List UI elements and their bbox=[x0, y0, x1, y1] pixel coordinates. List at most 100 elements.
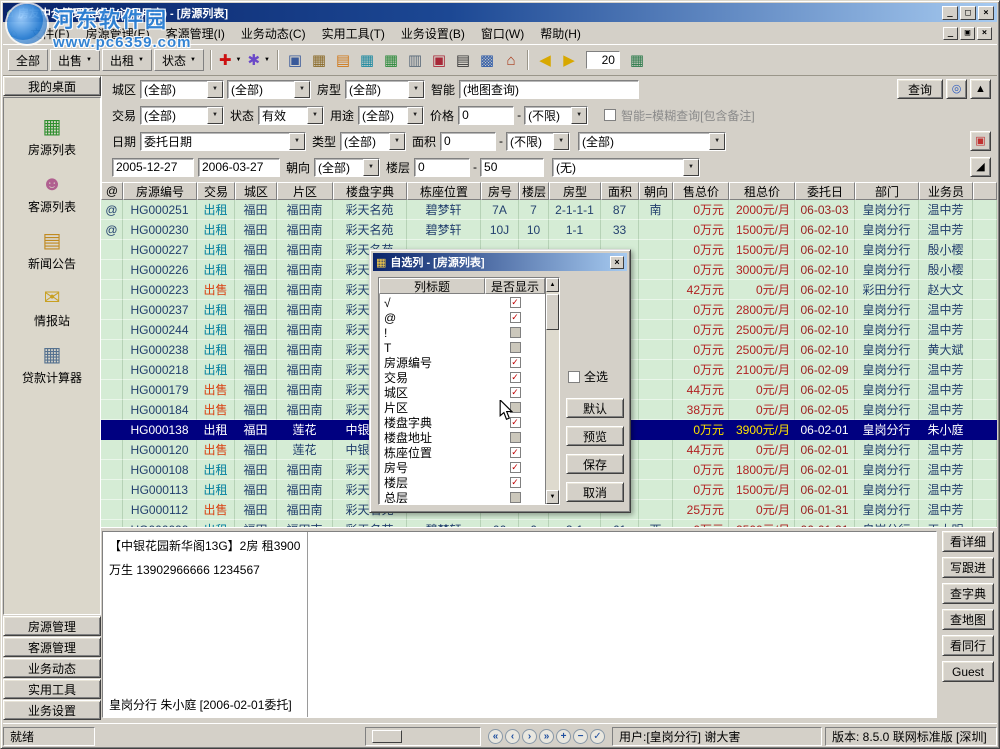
sidebar-group-button[interactable]: 房源管理 bbox=[3, 616, 101, 636]
chevron-down-icon[interactable]: ▼ bbox=[138, 57, 144, 63]
sidebar-item[interactable]: ▦贷款计算器 bbox=[22, 344, 82, 386]
slider-thumb[interactable] bbox=[372, 730, 402, 743]
chevron-down-icon[interactable]: ▼ bbox=[408, 81, 424, 98]
chevron-down-icon[interactable]: ▼ bbox=[190, 57, 196, 63]
date-type-combo[interactable]: 委托日期▼ bbox=[140, 132, 306, 151]
sidebar-item[interactable]: ✉情报站 bbox=[34, 287, 70, 329]
dialog-column-row[interactable]: 栋座位置✓ bbox=[380, 445, 545, 460]
date-to-input[interactable]: 2006-03-27 bbox=[198, 158, 280, 177]
last-record-button[interactable]: » bbox=[539, 729, 554, 744]
add-record-button[interactable]: + bbox=[556, 729, 571, 744]
estate-extra-combo[interactable]: (全部)▼ bbox=[578, 132, 726, 151]
dialog-title-bar[interactable]: ▦ 自选列 - [房源列表] × bbox=[373, 253, 627, 271]
table-row[interactable]: HG000099出租福田福田南彩天名苑碧梦轩0662-161西0万元2500元/… bbox=[101, 520, 997, 527]
column-header[interactable]: 楼盘字典 bbox=[333, 182, 407, 200]
calculator-icon-button[interactable]: ▦ bbox=[307, 49, 331, 71]
photo-icon-button[interactable]: ▣ bbox=[427, 49, 451, 71]
column-header[interactable]: 房型 bbox=[549, 182, 601, 200]
menu-item[interactable]: 文件(F) bbox=[22, 22, 77, 45]
smart-fuzzy-checkbox[interactable] bbox=[604, 109, 616, 121]
subdistrict-combo[interactable]: (全部)▼ bbox=[227, 80, 311, 99]
district-combo[interactable]: (全部)▼ bbox=[140, 80, 224, 99]
table-row[interactable]: @HG000230出租福田福田南彩天名苑碧梦轩10J101-1330万元1500… bbox=[101, 220, 997, 240]
table-green-icon-button[interactable]: ▦ bbox=[379, 49, 403, 71]
print-icon-button[interactable]: ▤ bbox=[451, 49, 475, 71]
chevron-down-icon[interactable]: ▼ bbox=[289, 133, 305, 150]
select-all-checkbox[interactable]: 全选 bbox=[568, 368, 608, 385]
table-cyan-icon-button[interactable]: ▦ bbox=[355, 49, 379, 71]
dialog-column-row[interactable]: 房源编号✓ bbox=[380, 355, 545, 370]
chevron-down-icon[interactable]: ▼ bbox=[207, 107, 223, 124]
view-peers-button[interactable]: 看同行 bbox=[942, 635, 994, 656]
sidebar-item[interactable]: ▦房源列表 bbox=[28, 116, 76, 158]
dialog-column-row[interactable]: @✓ bbox=[380, 310, 545, 325]
column-header[interactable]: 售总价 bbox=[673, 182, 729, 200]
delete-record-button[interactable]: − bbox=[573, 729, 588, 744]
minimize-button[interactable]: _ bbox=[942, 6, 958, 20]
dialog-column-row[interactable]: 总层 bbox=[380, 490, 545, 503]
dialog-column-row[interactable]: 交易✓ bbox=[380, 370, 545, 385]
menu-item[interactable]: 客源管理(I) bbox=[158, 22, 233, 45]
save-filter-button[interactable]: ▣ bbox=[970, 131, 991, 151]
confirm-record-button[interactable]: ✓ bbox=[590, 729, 605, 744]
display-checkbox[interactable] bbox=[510, 327, 521, 338]
display-checkbox[interactable]: ✓ bbox=[510, 357, 521, 368]
menu-item[interactable]: 实用工具(T) bbox=[314, 22, 393, 45]
floor-max-input[interactable]: 50 bbox=[480, 158, 544, 177]
smart-input[interactable]: (地图查询) bbox=[459, 80, 639, 99]
chevron-down-icon[interactable]: ▼ bbox=[363, 159, 379, 176]
export-icon-button[interactable]: ▤ bbox=[331, 49, 355, 71]
checkbox-icon[interactable] bbox=[568, 371, 580, 383]
expand-corner-button[interactable]: ◢ bbox=[970, 157, 991, 177]
area-max-combo[interactable]: (不限)▼ bbox=[506, 132, 570, 151]
dialog-column-row[interactable]: 楼盘字典✓ bbox=[380, 415, 545, 430]
lookup-map-button[interactable]: 查地图 bbox=[942, 609, 994, 630]
column-header[interactable]: 部门 bbox=[855, 182, 919, 200]
dialog-column-row[interactable]: 楼层✓ bbox=[380, 475, 545, 490]
chevron-down-icon[interactable]: ▼ bbox=[307, 107, 323, 124]
dialog-column-row[interactable]: 城区✓ bbox=[380, 385, 545, 400]
scroll-thumb[interactable] bbox=[546, 294, 559, 330]
dialog-column-row[interactable]: ! bbox=[380, 325, 545, 340]
chevron-down-icon[interactable]: ▼ bbox=[683, 159, 699, 176]
display-checkbox[interactable] bbox=[510, 342, 521, 353]
prev-record-button[interactable]: ‹ bbox=[505, 729, 520, 744]
type-combo[interactable]: (全部)▼ bbox=[340, 132, 406, 151]
display-checkbox[interactable]: ✓ bbox=[510, 447, 521, 458]
status-slider[interactable] bbox=[365, 727, 481, 746]
sidebar-group-button[interactable]: 业务设置 bbox=[3, 700, 101, 720]
column-header[interactable]: 业务员 bbox=[919, 182, 973, 200]
cancel-button[interactable]: 取消 bbox=[566, 482, 624, 502]
report-icon-button[interactable]: ▥ bbox=[403, 49, 427, 71]
area-min-input[interactable]: 0 bbox=[440, 132, 496, 151]
column-header[interactable]: 面积 bbox=[601, 182, 639, 200]
status-combo[interactable]: 有效▼ bbox=[258, 106, 324, 125]
chevron-down-icon[interactable]: ▼ bbox=[294, 81, 310, 98]
display-checkbox[interactable]: ✓ bbox=[510, 387, 521, 398]
display-checkbox[interactable] bbox=[510, 432, 521, 443]
mdi-restore-button[interactable]: ▣ bbox=[960, 27, 975, 40]
sidebar-group-button[interactable]: 业务动态 bbox=[3, 658, 101, 678]
chevron-down-icon[interactable]: ▼ bbox=[709, 133, 725, 150]
chevron-down-icon[interactable]: ▼ bbox=[571, 107, 587, 124]
display-checkbox[interactable]: ✓ bbox=[510, 477, 521, 488]
menu-item[interactable]: 业务设置(B) bbox=[393, 22, 473, 45]
lookup-dictionary-button[interactable]: 查字典 bbox=[942, 583, 994, 604]
menu-item[interactable]: 窗口(W) bbox=[473, 22, 532, 45]
column-header[interactable]: 楼层 bbox=[519, 182, 549, 200]
dialog-close-button[interactable]: × bbox=[610, 256, 624, 269]
roomtype-combo[interactable]: (全部)▼ bbox=[345, 80, 425, 99]
first-record-button[interactable]: « bbox=[488, 729, 503, 744]
chevron-down-icon[interactable]: ▼ bbox=[86, 57, 92, 63]
column-header[interactable]: 房号 bbox=[481, 182, 519, 200]
add-favorite-button[interactable]: ✱▼ bbox=[244, 49, 273, 71]
display-checkbox[interactable]: ✓ bbox=[510, 372, 521, 383]
chevron-down-icon[interactable]: ▼ bbox=[407, 107, 423, 124]
query-button[interactable]: 查询 bbox=[897, 79, 943, 99]
mdi-close-button[interactable]: × bbox=[977, 27, 992, 40]
forward-button[interactable]: ▶ bbox=[557, 49, 581, 71]
record-count-box[interactable]: 20 bbox=[586, 51, 620, 69]
save-button[interactable]: 保存 bbox=[566, 454, 624, 474]
column-header[interactable]: 栋座位置 bbox=[407, 182, 481, 200]
sidebar-group-button[interactable]: 客源管理 bbox=[3, 637, 101, 657]
